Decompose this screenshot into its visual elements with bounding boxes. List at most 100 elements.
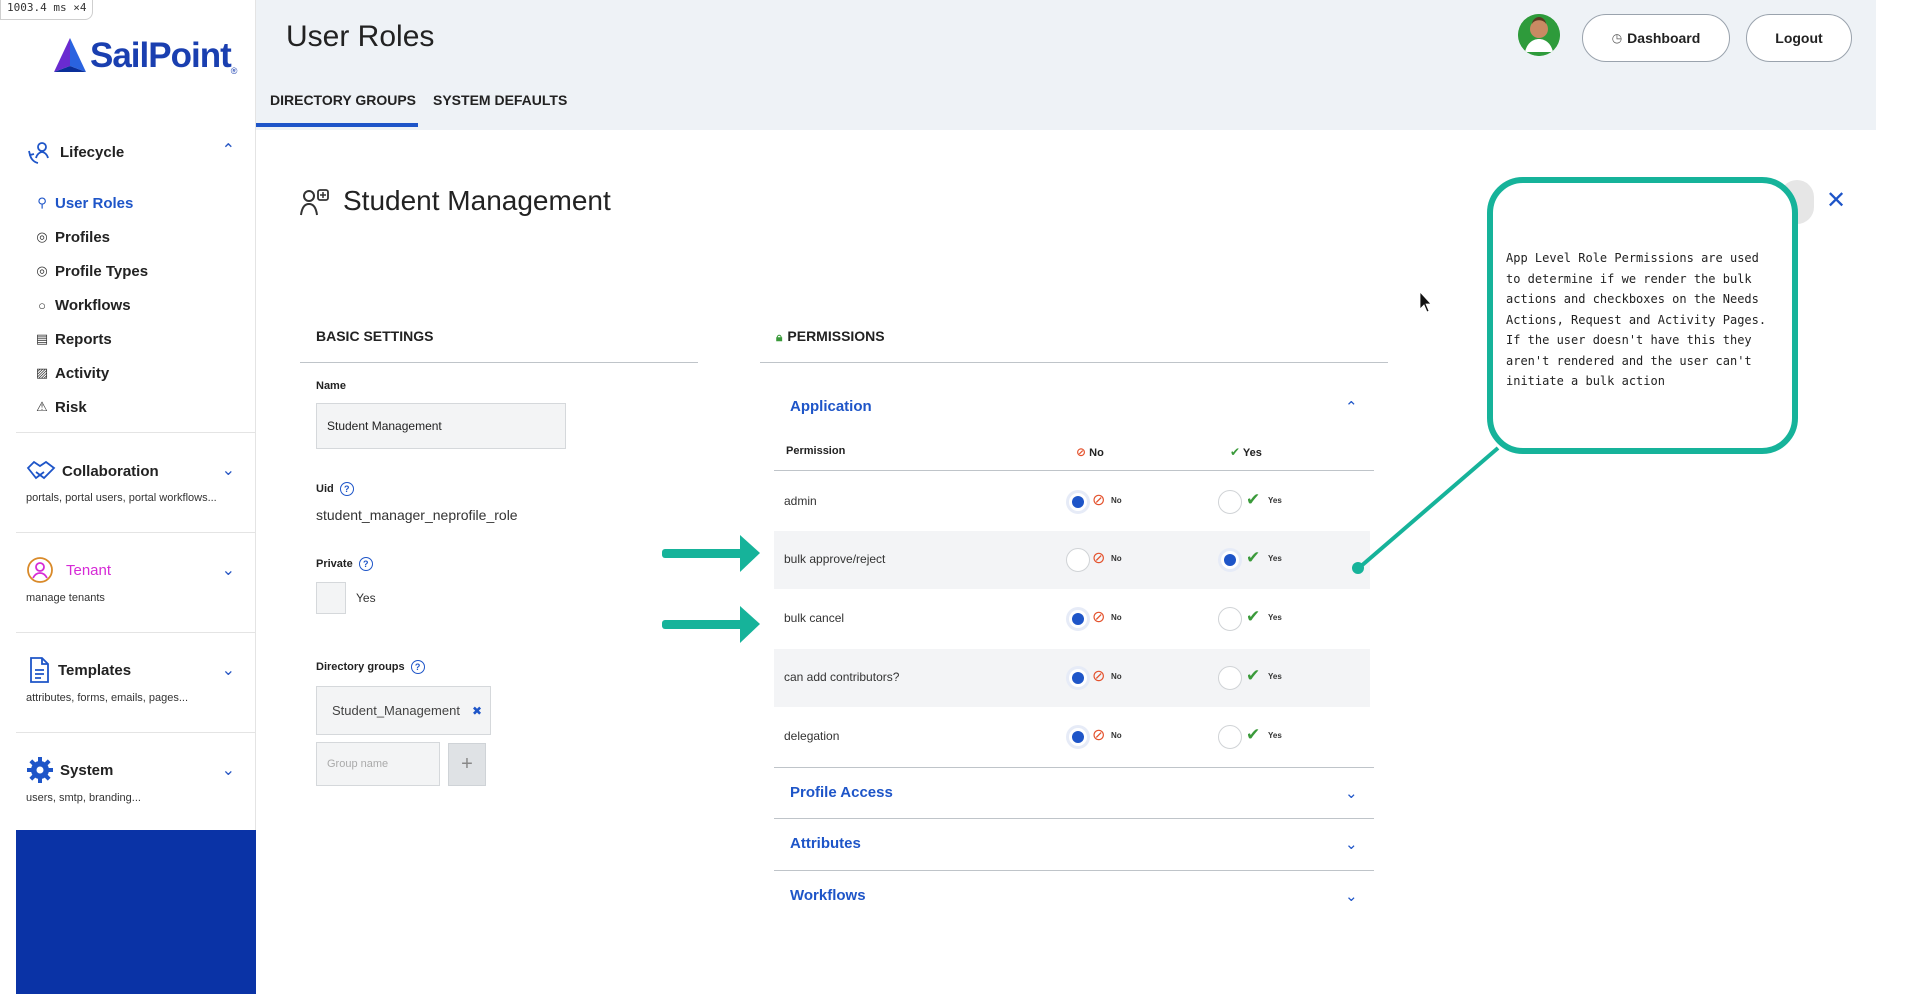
no-radio[interactable] [1066,725,1090,749]
group-name-input[interactable]: Group name [316,742,440,786]
annotation-arrow [662,606,760,643]
name-input[interactable]: Student Management [316,403,566,449]
tab-system-defaults[interactable]: SYSTEM DEFAULTS [433,92,567,108]
no-radio[interactable] [1066,607,1090,631]
check-icon: ✔ [1246,666,1261,685]
chevron-up-icon[interactable]: ⌃ [1345,398,1358,416]
yes-option-label: Yes [1268,672,1282,681]
collaboration-section-header[interactable]: Collaboration [26,458,159,484]
divider [16,432,256,433]
chevron-down-icon[interactable]: ⌄ [222,560,235,580]
permission-label: can add contributors? [784,670,900,684]
yes-radio[interactable] [1218,548,1242,572]
no-icon: ⊘ [1092,609,1106,626]
chevron-down-icon[interactable]: ⌄ [1345,784,1358,802]
directory-groups-label: Directory groups? [316,660,425,674]
templates-subtitle: attributes, forms, emails, pages... [26,692,189,704]
lifecycle-section-header[interactable]: Lifecycle [26,138,124,166]
close-icon[interactable]: ✕ [1826,186,1846,215]
permission-label: delegation [784,729,840,743]
tab-directory-groups[interactable]: DIRECTORY GROUPS [270,92,416,108]
remove-icon[interactable]: ✖ [472,704,482,718]
user-avatar-icon [1518,14,1560,56]
chevron-down-icon[interactable]: ⌄ [222,760,235,780]
yes-option-label: Yes [1268,554,1282,563]
profiles-icon: ◎ [36,229,48,244]
divider [774,870,1374,871]
no-radio[interactable] [1066,666,1090,690]
avatar[interactable] [1518,14,1560,56]
application-section-header[interactable]: Application [790,398,872,415]
divider [16,632,256,633]
sidebar-item-profiles[interactable]: ◎ Profiles [34,227,110,247]
yes-radio[interactable] [1218,607,1242,631]
no-option-label: No [1111,496,1122,505]
workflows-section-header[interactable]: Workflows [790,887,866,904]
yes-radio[interactable] [1218,666,1242,690]
chevron-down-icon[interactable]: ⌄ [1345,887,1358,905]
sidebar-item-user-roles[interactable]: ⚲ User Roles [34,193,133,213]
no-icon: ⊘ [1092,550,1106,567]
table-row: admin ⊘ No ✔ Yes [774,473,1370,531]
yes-column-header: ✔ Yes [1230,445,1262,459]
yes-option-label: Yes [1268,613,1282,622]
callout-connector-line [1358,446,1500,569]
divider [774,767,1374,768]
no-radio[interactable] [1066,490,1090,514]
chevron-down-icon[interactable]: ⌄ [222,460,235,480]
no-icon: ⊘ [1076,445,1087,459]
sailpoint-logo[interactable]: SailPoint® [52,32,237,80]
dashboard-button[interactable]: ◷ Dashboard [1582,14,1730,62]
no-option-label: No [1111,554,1122,563]
permission-column-header: Permission [786,445,846,457]
templates-section-header[interactable]: Templates [26,656,131,684]
yes-option-label: Yes [1268,496,1282,505]
page-title: User Roles [286,20,435,53]
system-section-header[interactable]: System [26,756,113,784]
check-icon: ✔ [1246,725,1261,744]
tenant-section-header[interactable]: Tenant [26,556,111,584]
sidebar-item-profile-types[interactable]: ◎ Profile Types [34,261,148,281]
private-label: Private? [316,557,373,571]
private-checkbox[interactable] [316,582,346,614]
basic-settings-heading: BASIC SETTINGS [316,328,434,344]
tenant-subtitle: manage tenants [26,592,105,604]
check-icon: ✔ [1230,445,1241,459]
logout-button[interactable]: Logout [1746,14,1852,62]
no-option-label: No [1111,613,1122,622]
profile-types-icon: ◎ [36,263,48,278]
help-icon[interactable]: ? [358,557,373,571]
reports-icon: ▤ [35,331,49,346]
system-subtitle: users, smtp, branding... [26,792,141,804]
chevron-down-icon[interactable]: ⌄ [1345,835,1358,853]
document-icon [30,657,49,683]
sidebar-item-risk[interactable]: ⚠ Risk [34,397,87,417]
risk-icon: ⚠ [36,399,48,414]
table-row: can add contributors? ⊘ No ✔ Yes [774,649,1370,707]
uid-value: student_manager_neprofile_role [316,507,518,523]
yes-radio[interactable] [1218,490,1242,514]
attributes-section-header[interactable]: Attributes [790,835,861,852]
permission-label: bulk approve/reject [784,552,886,566]
permissions-heading: 🔒︎ PERMISSIONS [776,328,885,344]
no-column-header: ⊘ No [1076,445,1104,459]
yes-radio[interactable] [1218,725,1242,749]
sidebar-item-workflows[interactable]: ○ Workflows [34,295,131,315]
divider [760,362,1388,363]
sidebar-item-reports[interactable]: ▤ Reports [34,329,112,349]
help-icon[interactable]: ? [410,660,425,674]
lifecycle-icon [28,142,49,164]
chevron-up-icon[interactable]: ⌃ [222,140,235,160]
no-radio[interactable] [1066,548,1090,572]
chevron-down-icon[interactable]: ⌄ [222,660,235,680]
active-tab-indicator [256,123,418,127]
sidebar-item-activity[interactable]: ▨ Activity [34,363,109,383]
add-group-button[interactable]: + [448,743,486,786]
sidebar-footer-panel [16,830,256,994]
profile-access-section-header[interactable]: Profile Access [790,784,893,801]
permission-label: admin [784,494,817,508]
table-row: bulk approve/reject ⊘ No ✔ Yes [774,531,1370,589]
divider [774,818,1374,819]
help-icon[interactable]: ? [339,482,354,496]
table-row: bulk cancel ⊘ No ✔ Yes [774,590,1370,648]
